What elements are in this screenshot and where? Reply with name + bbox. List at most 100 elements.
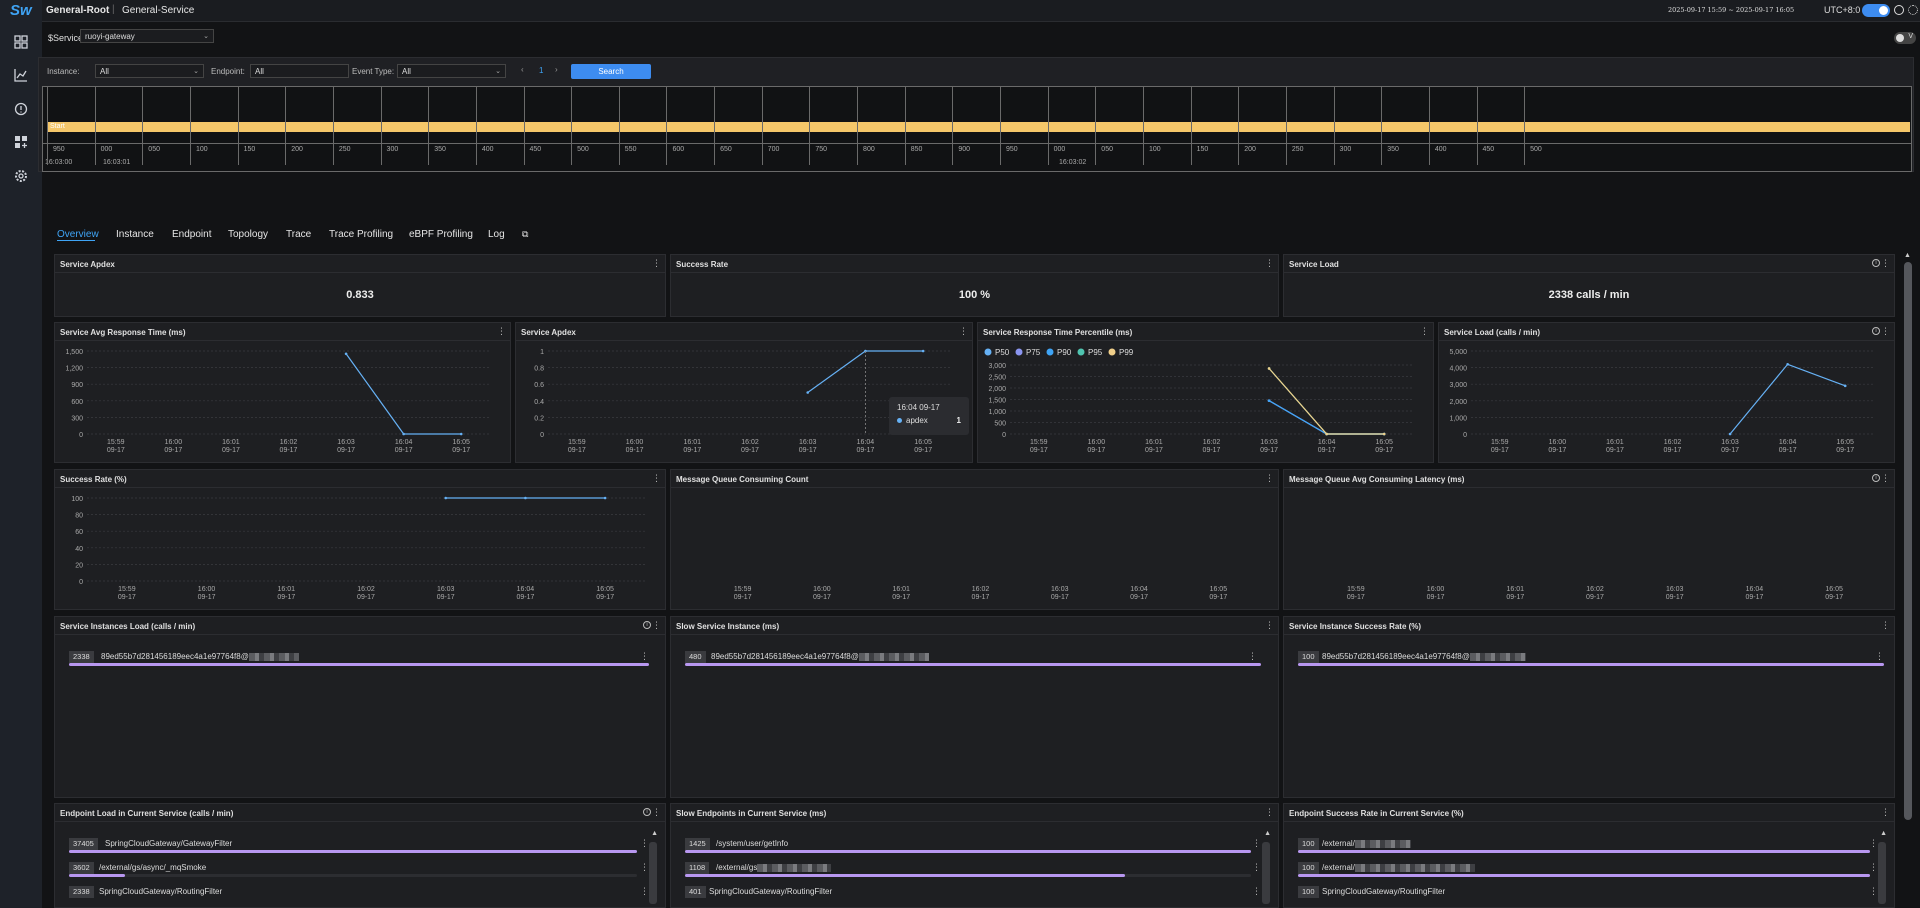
- list-item[interactable]: 100 89ed55b7d281456189eec4a1e97764f8@ ⋮: [1298, 651, 1894, 666]
- more-icon[interactable]: ⋮: [1869, 886, 1878, 897]
- more-icon[interactable]: ⋮: [1881, 473, 1890, 484]
- list-item[interactable]: 100 SpringCloudGateway/RoutingFilter ⋮: [1298, 886, 1878, 900]
- list-item[interactable]: 100 /external/ ⋮: [1298, 838, 1878, 853]
- language-icon[interactable]: [1908, 5, 1918, 15]
- scrollbar[interactable]: [649, 842, 657, 904]
- more-icon[interactable]: ⋮: [1881, 326, 1890, 337]
- scrollbar[interactable]: [1878, 842, 1886, 904]
- success-rate-chart[interactable]: 02040608010015:5909-1716:0009-1716:0109-…: [55, 488, 667, 611]
- more-icon[interactable]: ⋮: [1875, 651, 1884, 662]
- more-icon[interactable]: ⋮: [497, 326, 506, 337]
- chart-icon[interactable]: [13, 67, 29, 83]
- list-item[interactable]: 480 89ed55b7d281456189eec4a1e97764f8@ ⋮: [685, 651, 1277, 666]
- x-tick-label: 16:01: [1507, 586, 1525, 593]
- more-icon[interactable]: ⋮: [1881, 620, 1890, 631]
- settings-icon[interactable]: [13, 168, 29, 184]
- instance-filter-select[interactable]: All ⌄: [95, 64, 204, 78]
- mq-latency-chart[interactable]: 15:5909-1716:0009-1716:0109-1716:0209-17…: [1284, 488, 1896, 611]
- tab-endpoint[interactable]: Endpoint: [172, 229, 211, 240]
- auto-refresh-toggle[interactable]: [1862, 4, 1890, 17]
- response-percentile-chart[interactable]: 05001,0001,5002,0002,5003,00015:5909-171…: [978, 341, 1435, 464]
- x-tick-label: 15:59: [1491, 439, 1509, 446]
- more-icon[interactable]: ⋮: [1869, 862, 1878, 873]
- endpoint-filter-input[interactable]: All: [250, 64, 349, 78]
- info-icon[interactable]: i: [643, 621, 651, 629]
- view-mode-switch[interactable]: V: [1894, 32, 1916, 44]
- tab-instance[interactable]: Instance: [116, 229, 154, 240]
- list-item[interactable]: 1108 /external/gs ⋮: [685, 862, 1261, 877]
- tab-topology[interactable]: Topology: [228, 229, 268, 240]
- tab-overview[interactable]: Overview: [57, 229, 99, 240]
- more-icon[interactable]: ⋮: [640, 886, 649, 897]
- more-icon[interactable]: ⋮: [652, 807, 661, 818]
- breadcrumb-root[interactable]: General-Root: [46, 5, 109, 16]
- more-icon[interactable]: ⋮: [1881, 258, 1890, 269]
- event-timeline[interactable]: Start 16:03:00 16:03:01 16:03:02 950 000 0…: [42, 86, 1912, 172]
- more-icon[interactable]: ⋮: [1265, 258, 1274, 269]
- more-icon[interactable]: ⋮: [1869, 838, 1878, 849]
- info-icon[interactable]: i: [1872, 259, 1880, 267]
- next-page-icon[interactable]: ›: [555, 65, 558, 74]
- event-type-filter-select[interactable]: All ⌄: [397, 64, 506, 78]
- alert-icon[interactable]: [13, 101, 29, 117]
- list-item[interactable]: 100 /external/ ⋮: [1298, 862, 1878, 877]
- avg-response-time-chart[interactable]: 03006009001,2001,50015:5909-1716:0009-17…: [55, 341, 512, 464]
- info-icon[interactable]: i: [643, 808, 651, 816]
- tab-trace[interactable]: Trace: [286, 229, 311, 240]
- scrollbar[interactable]: [1262, 842, 1270, 904]
- tab-trace-profiling[interactable]: Trace Profiling: [329, 229, 393, 240]
- scroll-up-icon[interactable]: ▲: [1264, 830, 1271, 837]
- copy-icon[interactable]: ⧉: [522, 229, 528, 240]
- dashboard-icon[interactable]: [13, 34, 29, 50]
- more-icon[interactable]: ⋮: [959, 326, 968, 337]
- more-icon[interactable]: ⋮: [640, 862, 649, 873]
- more-icon[interactable]: ⋮: [640, 651, 649, 662]
- breadcrumb-current[interactable]: General-Service: [122, 5, 194, 16]
- more-icon[interactable]: ⋮: [652, 620, 661, 631]
- list-item[interactable]: 3602 /external/gs/async/_mqSmoke ⋮: [69, 862, 649, 877]
- timeline-tick-label: 900: [958, 146, 971, 153]
- event-bar[interactable]: Start: [48, 122, 1910, 132]
- list-item[interactable]: 401 SpringCloudGateway/RoutingFilter ⋮: [685, 886, 1261, 900]
- more-icon[interactable]: ⋮: [1265, 620, 1274, 631]
- date-range-picker[interactable]: 2025-09-17 15:59 ~ 2025-09-17 16:05: [1668, 6, 1794, 14]
- more-icon[interactable]: ⋮: [652, 473, 661, 484]
- info-icon[interactable]: i: [1872, 327, 1880, 335]
- tab-log[interactable]: Log: [488, 229, 505, 240]
- value-bar: [69, 663, 649, 666]
- more-icon[interactable]: ⋮: [1248, 651, 1257, 662]
- more-icon[interactable]: ⋮: [1252, 838, 1261, 849]
- y-tick-label: 0: [79, 579, 83, 586]
- timezone-label[interactable]: UTC+8:0: [1824, 5, 1860, 15]
- prev-page-icon[interactable]: ‹: [521, 65, 524, 74]
- more-icon[interactable]: ⋮: [640, 838, 649, 849]
- more-icon[interactable]: ⋮: [1252, 886, 1261, 897]
- list-item[interactable]: 2338 89ed55b7d281456189eec4a1e97764f8@ ⋮: [69, 651, 649, 666]
- list-item[interactable]: 37405 SpringCloudGateway/GatewayFilter ⋮: [69, 838, 649, 853]
- tab-ebpf-profiling[interactable]: eBPF Profiling: [409, 229, 473, 240]
- list-item[interactable]: 1425 /system/user/getInfo ⋮: [685, 838, 1261, 853]
- row-value: 3602: [69, 862, 94, 874]
- service-load-chart[interactable]: 01,0002,0003,0004,0005,00015:5909-1716:0…: [1439, 341, 1896, 464]
- list-item[interactable]: 2338 SpringCloudGateway/RoutingFilter ⋮: [69, 886, 649, 900]
- y-tick-label: 60: [75, 529, 83, 536]
- more-icon[interactable]: ⋮: [1420, 326, 1429, 337]
- add-widget-icon[interactable]: [13, 134, 29, 150]
- mq-count-chart[interactable]: 15:5909-1716:0009-1716:0109-1716:0209-17…: [671, 488, 1280, 611]
- scroll-up-icon[interactable]: ▲: [1880, 830, 1887, 837]
- more-icon[interactable]: ⋮: [1265, 473, 1274, 484]
- page-number[interactable]: 1: [539, 66, 543, 75]
- page-scrollbar[interactable]: [1904, 262, 1912, 820]
- row-value: 100: [1298, 651, 1319, 663]
- more-icon[interactable]: ⋮: [1265, 807, 1274, 818]
- more-icon[interactable]: ⋮: [1881, 807, 1890, 818]
- more-icon[interactable]: ⋮: [1252, 862, 1261, 873]
- info-icon[interactable]: i: [1872, 474, 1880, 482]
- row-name: /system/user/getInfo: [716, 839, 789, 848]
- service-select[interactable]: ruoyi-gateway ⌄: [80, 29, 214, 43]
- refresh-icon[interactable]: [1894, 5, 1904, 15]
- scroll-up-icon[interactable]: ▲: [651, 830, 658, 837]
- more-icon[interactable]: ⋮: [652, 258, 661, 269]
- page-scroll-up-icon[interactable]: ▲: [1904, 252, 1911, 259]
- search-button[interactable]: Search: [571, 64, 651, 79]
